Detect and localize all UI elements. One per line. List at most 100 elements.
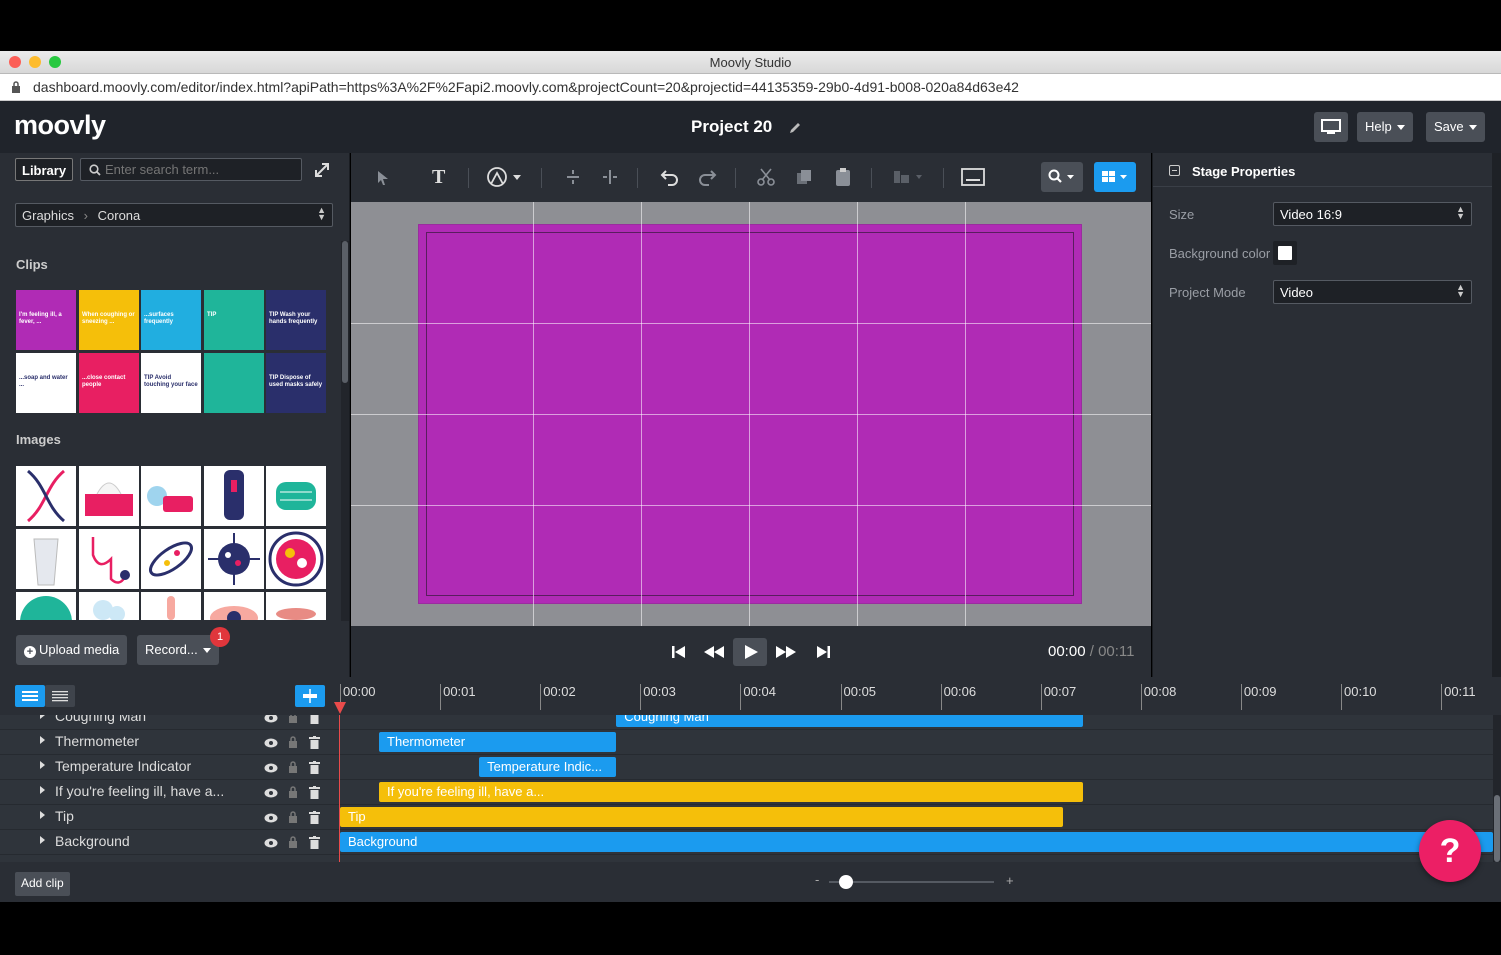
library-scrollbar[interactable]: [341, 241, 349, 621]
expand-track-icon[interactable]: [40, 736, 45, 744]
image-thumb-bacteria[interactable]: [141, 529, 201, 589]
zoom-out-button[interactable]: -: [815, 872, 819, 887]
lock-icon[interactable]: [288, 786, 298, 799]
clip-thumb[interactable]: When coughing or sneezing ...: [79, 290, 139, 350]
arrange-icon[interactable]: [892, 169, 926, 185]
image-thumb-face-mask[interactable]: [266, 466, 326, 526]
timeline-clip-bar[interactable]: Temperature Indic...: [479, 757, 617, 777]
image-thumb-dna[interactable]: [16, 466, 76, 526]
shape-tool-icon[interactable]: [485, 166, 525, 188]
track-name[interactable]: Coughing Man: [55, 715, 146, 724]
visibility-eye-icon[interactable]: [264, 813, 278, 823]
moovly-logo[interactable]: moovly: [14, 110, 106, 141]
rewind-icon[interactable]: [703, 645, 725, 659]
timeline-track[interactable]: Thermometer Thermometer: [0, 730, 1493, 755]
timeline-zoom-slider[interactable]: [829, 875, 994, 889]
playhead-line[interactable]: [339, 715, 340, 862]
compact-view-button[interactable]: [45, 685, 75, 707]
timeline-clip-bar[interactable]: Tip: [340, 807, 1063, 827]
timeline-track[interactable]: Background Background: [0, 830, 1493, 855]
clip-thumb[interactable]: TIP Dispose of used masks safely: [266, 353, 326, 413]
visibility-eye-icon[interactable]: [264, 738, 278, 748]
track-name[interactable]: Background: [55, 833, 130, 849]
category-breadcrumb-select[interactable]: Graphics › Corona ▲ ▼: [15, 203, 333, 227]
skip-to-end-icon[interactable]: [815, 644, 831, 660]
library-tab[interactable]: Library: [15, 158, 73, 181]
timeline-track[interactable]: Temperature Indicator Temperature Indic..…: [0, 755, 1493, 780]
library-scroll-thumb[interactable]: [342, 241, 348, 383]
visibility-eye-icon[interactable]: [264, 715, 278, 723]
track-name[interactable]: If you're feeling ill, have a...: [55, 783, 224, 799]
lock-icon[interactable]: [288, 736, 298, 749]
timeline-scroll-thumb[interactable]: [1494, 795, 1500, 862]
delete-trash-icon[interactable]: [309, 786, 320, 799]
track-name[interactable]: Temperature Indicator: [55, 758, 191, 774]
address-bar[interactable]: dashboard.moovly.com/editor/index.html?a…: [0, 74, 1501, 101]
image-thumb-soap[interactable]: [141, 466, 201, 526]
add-clip-button[interactable]: Add clip: [15, 872, 70, 896]
url-text[interactable]: dashboard.moovly.com/editor/index.html?a…: [33, 79, 1019, 95]
properties-header[interactable]: Stage Properties: [1153, 153, 1493, 187]
project-title[interactable]: Project 20: [691, 117, 772, 137]
image-thumb-virus[interactable]: [204, 529, 264, 589]
library-search[interactable]: [80, 158, 302, 181]
save-button[interactable]: Save: [1426, 112, 1485, 142]
expand-track-icon[interactable]: [40, 715, 45, 719]
track-name[interactable]: Tip: [55, 808, 74, 824]
delete-trash-icon[interactable]: [309, 836, 320, 849]
delete-trash-icon[interactable]: [309, 811, 320, 824]
align-vertical-icon[interactable]: [565, 168, 581, 186]
image-thumb-tissue-box[interactable]: [79, 466, 139, 526]
clip-thumb[interactable]: ...close contact people: [79, 353, 139, 413]
image-thumb-petri-dish[interactable]: [266, 529, 326, 589]
image-thumb-cup[interactable]: [16, 529, 76, 589]
timeline-track[interactable]: Coughing Man Coughing Man: [0, 715, 1493, 730]
lock-icon[interactable]: [288, 811, 298, 824]
grid-view-button[interactable]: [1094, 162, 1136, 192]
timeline-clip-bar[interactable]: Background: [340, 832, 1493, 852]
project-mode-select[interactable]: Video ▲ ▼: [1273, 280, 1472, 304]
clip-thumb[interactable]: TIP Wash your hands frequently: [266, 290, 326, 350]
clip-thumb[interactable]: ...soap and water ...: [16, 353, 76, 413]
expand-track-icon[interactable]: [40, 761, 45, 769]
delete-trash-icon[interactable]: [309, 761, 320, 774]
edit-pencil-icon[interactable]: [788, 121, 802, 135]
visibility-eye-icon[interactable]: [264, 838, 278, 848]
lock-icon[interactable]: [288, 761, 298, 774]
paste-icon[interactable]: [835, 167, 851, 187]
clip-thumb[interactable]: [204, 353, 264, 413]
expand-track-icon[interactable]: [40, 811, 45, 819]
skip-to-start-icon[interactable]: [671, 644, 687, 660]
delete-trash-icon[interactable]: [309, 715, 320, 724]
upload-media-button[interactable]: + Upload media: [16, 635, 128, 665]
image-thumb-sanitizer[interactable]: [204, 466, 264, 526]
visibility-eye-icon[interactable]: [264, 763, 278, 773]
image-thumb-bubbles[interactable]: [79, 592, 139, 620]
size-select[interactable]: Video 16:9 ▲ ▼: [1273, 202, 1472, 226]
clip-thumb[interactable]: I'm feeling ill, a fever, ...: [16, 290, 76, 350]
subtitles-icon[interactable]: [961, 168, 985, 186]
preview-screen-button[interactable]: [1314, 112, 1348, 142]
text-tool-icon[interactable]: T: [432, 167, 445, 187]
image-thumb-eye[interactable]: [204, 592, 264, 620]
redo-icon[interactable]: [697, 168, 717, 186]
image-thumb-stethoscope[interactable]: [79, 529, 139, 589]
help-chat-button[interactable]: ?: [1419, 820, 1481, 882]
properties-scrollbar[interactable]: [1492, 153, 1501, 677]
cut-icon[interactable]: [757, 168, 775, 186]
timeline-clip-bar[interactable]: Thermometer: [379, 732, 617, 752]
collapse-icon[interactable]: [1169, 165, 1180, 176]
fast-forward-icon[interactable]: [775, 645, 797, 659]
breadcrumb-root[interactable]: Graphics: [22, 208, 74, 223]
align-horizontal-icon[interactable]: [601, 168, 619, 186]
zoom-in-button[interactable]: +: [1006, 873, 1014, 888]
expanded-view-button[interactable]: [15, 685, 45, 707]
clip-thumb[interactable]: TIP Avoid touching your face: [141, 353, 201, 413]
track-name[interactable]: Thermometer: [55, 733, 139, 749]
delete-trash-icon[interactable]: [309, 736, 320, 749]
expand-track-icon[interactable]: [40, 786, 45, 794]
zoom-search-button[interactable]: [1041, 162, 1083, 192]
zoom-slider-handle[interactable]: [838, 875, 853, 889]
image-thumb-mouth[interactable]: [266, 592, 326, 620]
timeline-clip-bar[interactable]: Coughing Man: [616, 715, 1083, 727]
